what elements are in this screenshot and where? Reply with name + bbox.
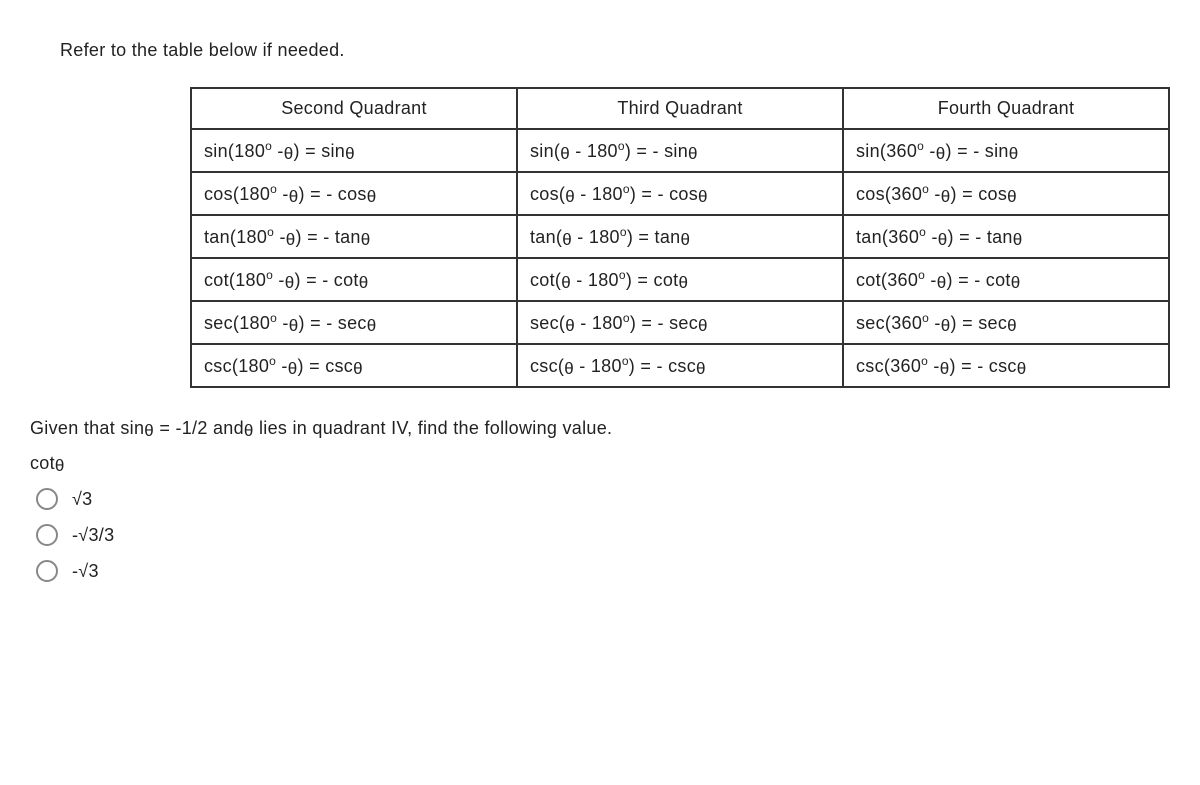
cell: sec(θ - 180o) = - secθ xyxy=(517,301,843,344)
col-header: Second Quadrant xyxy=(191,88,517,129)
table-header-row: Second Quadrant Third Quadrant Fourth Qu… xyxy=(191,88,1169,129)
cell: sec(360o -θ) = secθ xyxy=(843,301,1169,344)
question-ask: cotθ xyxy=(30,453,1160,474)
quadrant-table: Second Quadrant Third Quadrant Fourth Qu… xyxy=(190,87,1170,388)
cell: csc(180o -θ) = cscθ xyxy=(191,344,517,387)
cell: tan(θ - 180o) = tanθ xyxy=(517,215,843,258)
instruction-text: Refer to the table below if needed. xyxy=(60,40,1160,61)
radio-icon[interactable] xyxy=(36,524,58,546)
cell: sin(360o -θ) = - sinθ xyxy=(843,129,1169,172)
cell: cot(360o -θ) = - cotθ xyxy=(843,258,1169,301)
cell: cot(180o -θ) = - cotθ xyxy=(191,258,517,301)
cell: cot(θ - 180o) = cotθ xyxy=(517,258,843,301)
cell: sin(180o -θ) = sinθ xyxy=(191,129,517,172)
options-group: √3 -√3/3 -√3 xyxy=(36,488,1160,582)
option-3[interactable]: -√3 xyxy=(36,560,1160,582)
cell: sin(θ - 180o) = - sinθ xyxy=(517,129,843,172)
cell: csc(360o -θ) = - cscθ xyxy=(843,344,1169,387)
table-row: cos(180o -θ) = - cosθ cos(θ - 180o) = - … xyxy=(191,172,1169,215)
table-row: csc(180o -θ) = cscθ csc(θ - 180o) = - cs… xyxy=(191,344,1169,387)
cell: cos(360o -θ) = cosθ xyxy=(843,172,1169,215)
table-row: sec(180o -θ) = - secθ sec(θ - 180o) = - … xyxy=(191,301,1169,344)
cell: csc(θ - 180o) = - cscθ xyxy=(517,344,843,387)
cell: tan(180o -θ) = - tanθ xyxy=(191,215,517,258)
option-1[interactable]: √3 xyxy=(36,488,1160,510)
cell: cos(θ - 180o) = - cosθ xyxy=(517,172,843,215)
cell: sec(180o -θ) = - secθ xyxy=(191,301,517,344)
table-body: sin(180o -θ) = sinθ sin(θ - 180o) = - si… xyxy=(191,129,1169,387)
col-header: Third Quadrant xyxy=(517,88,843,129)
option-label: -√3/3 xyxy=(72,525,114,546)
col-header: Fourth Quadrant xyxy=(843,88,1169,129)
radio-icon[interactable] xyxy=(36,488,58,510)
cell: tan(360o -θ) = - tanθ xyxy=(843,215,1169,258)
radio-icon[interactable] xyxy=(36,560,58,582)
cell: cos(180o -θ) = - cosθ xyxy=(191,172,517,215)
table-row: cot(180o -θ) = - cotθ cot(θ - 180o) = co… xyxy=(191,258,1169,301)
table-row: sin(180o -θ) = sinθ sin(θ - 180o) = - si… xyxy=(191,129,1169,172)
option-label: -√3 xyxy=(72,561,99,582)
option-label: √3 xyxy=(72,489,93,510)
table-row: tan(180o -θ) = - tanθ tan(θ - 180o) = ta… xyxy=(191,215,1169,258)
option-2[interactable]: -√3/3 xyxy=(36,524,1160,546)
question-prompt: Given that sinθ = -1/2 andθ lies in quad… xyxy=(30,418,1160,439)
